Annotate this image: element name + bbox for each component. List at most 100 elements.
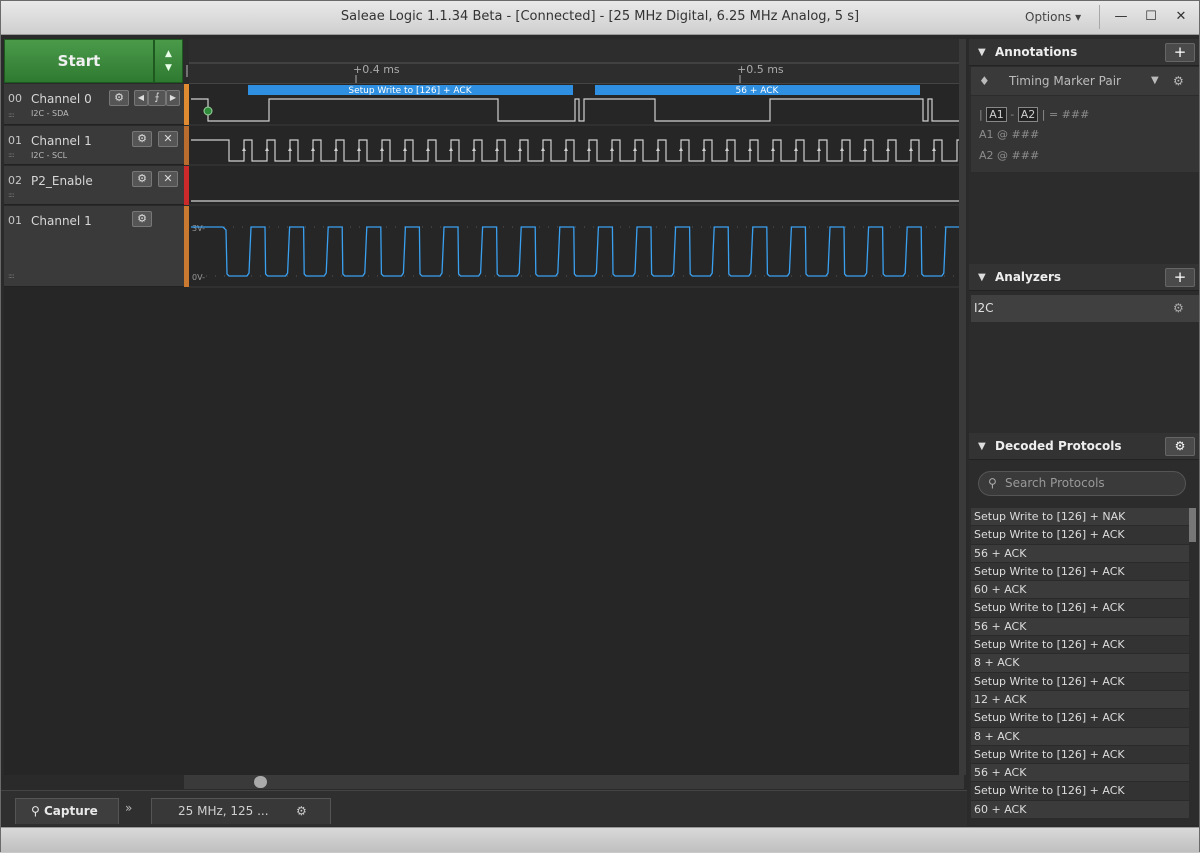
list-item[interactable]: 8 + ACK [971,654,1189,673]
capture-tab-label: Capture [43,804,98,818]
gear-icon[interactable]: ⚙ [296,799,307,823]
rising-edge-icon [817,147,821,151]
rising-edge-icon [472,147,476,151]
marker-a2-row: A2 @ ### [979,149,1039,162]
rising-edge-icon [840,147,844,151]
rising-edge-icon [380,147,384,151]
collapse-triangle-icon[interactable]: ▼ [978,433,986,460]
rising-edge-icon [863,147,867,151]
dropdown-arrow-icon[interactable]: ▼ [1151,67,1159,95]
list-item[interactable]: 56 + ACK [971,544,1189,563]
marker-a1-chip[interactable]: A1 [986,107,1007,122]
list-item[interactable]: Setup Write to [126] + ACK [971,636,1189,655]
list-item[interactable]: Setup Write to [126] + ACK [971,562,1189,582]
search-icon: ⚲ [31,804,40,818]
rising-edge-icon [403,147,407,151]
rising-edge-icon [265,147,269,151]
bottom-bar [1,790,967,826]
add-annotation-button[interactable]: + [1165,43,1195,62]
rising-edge-icon [541,147,545,151]
rising-edge-icon [886,147,890,151]
list-item[interactable]: 12 + ACK [971,690,1189,710]
marker-pair-value: = ### [1048,108,1090,121]
search-protocols-input[interactable]: ⚲ Search Protocols [978,471,1186,496]
sample-rate-label: 25 MHz, 125 ... [178,804,269,818]
marker-pair-delta: | A1 - A2 | = ### [979,107,1090,122]
marker-a1-row: A1 @ ### [979,128,1039,141]
decode-bubble-label: 56 + ACK [736,86,780,96]
collapse-triangle-icon[interactable]: ▼ [978,39,986,66]
decoded-protocols-title: Decoded Protocols [995,439,1122,453]
marker-a2-value: @ ### [997,149,1040,162]
expand-tabs-button[interactable]: » [125,801,132,815]
rising-edge-icon [587,147,591,151]
list-item[interactable]: Setup Write to [126] + ACK [971,709,1189,728]
marker-type-label: Timing Marker Pair [1009,74,1121,88]
rising-edge-icon [288,147,292,151]
decoded-settings-button[interactable]: ⚙ [1165,437,1195,456]
rising-edge-icon [932,147,936,151]
list-item[interactable]: Setup Write to [126] + ACK [971,672,1189,691]
decoded-protocols-list[interactable]: Setup Write to [126] + NAK Setup Write to… [971,508,1189,818]
marker-a2-chip[interactable]: A2 [1017,107,1039,122]
vertical-scrollbar[interactable] [959,39,966,775]
list-item[interactable]: 56 + ACK [971,617,1189,637]
collapse-triangle-icon[interactable]: ▼ [978,264,986,291]
decoded-list-scrollbar[interactable] [1189,508,1196,542]
horizontal-scroll-thumb[interactable] [254,776,267,788]
rising-edge-icon [679,147,683,151]
list-item[interactable]: Setup Write to [126] + ACK [971,599,1189,618]
sda-waveform [191,98,959,122]
rising-edge-icon [748,147,752,151]
rising-edge-icon [610,147,614,151]
list-item[interactable]: 56 + ACK [971,764,1189,783]
status-bar [1,827,1199,852]
marker-a1-label: A1 [979,128,994,141]
add-analyzer-button[interactable]: + [1165,268,1195,287]
rising-edge-icon [656,147,660,151]
list-item[interactable]: Setup Write to [126] + ACK [971,782,1189,801]
list-item[interactable]: Setup Write to [126] + ACK [971,526,1189,545]
rising-edge-icon [909,147,913,151]
rising-edge-icon [426,147,430,151]
timing-marker-pair-row[interactable]: ♦ Timing Marker Pair ▼ ⚙ [971,67,1199,95]
scl-waveform [191,139,966,162]
rising-edge-icon [311,147,315,151]
pin-icon: ♦ [979,74,990,88]
sample-rate-tab[interactable]: 25 MHz, 125 ... ⚙ [151,798,331,824]
list-item[interactable]: Setup Write to [126] + ACK [971,745,1189,765]
trigger-marker-icon [203,106,213,116]
marker-a1-value: @ ### [997,128,1040,141]
decode-bubble-label: Setup Write to [126] + ACK [348,86,472,96]
analyzers-title: Analyzers [995,270,1062,284]
analyzer-name: I2C [974,301,994,315]
search-placeholder: Search Protocols [1005,476,1105,490]
analog-low-label: 0V- [192,273,205,282]
tick-label-0: +0.4 ms [353,63,400,76]
gear-icon[interactable]: ⚙ [1173,67,1184,95]
rising-edge-icon [794,147,798,151]
rising-edge-icon [449,147,453,151]
analog-waveform [191,226,960,277]
rising-edge-icon [242,147,246,151]
list-item[interactable]: 60 + ACK [971,581,1189,600]
marker-a2-label: A2 [979,149,994,162]
annotations-title: Annotations [995,45,1078,59]
rising-edge-icon [564,147,568,151]
capture-tab[interactable]: ⚲ Capture [15,798,119,824]
rising-edge-icon [702,147,706,151]
list-item[interactable]: 8 + ACK [971,727,1189,746]
rising-edge-icon [725,147,729,151]
app-window: Saleae Logic 1.1.34 Beta - [Connected] -… [0,0,1200,852]
rising-edge-icon [518,147,522,151]
rising-edge-icon [357,147,361,151]
horizontal-scrollbar[interactable] [184,775,964,789]
rising-edge-icon [334,147,338,151]
rising-edge-icon [495,147,499,151]
rising-edge-icon [771,147,775,151]
list-item[interactable]: Setup Write to [126] + NAK [971,508,1189,527]
analyzer-item-i2c[interactable]: I2C ⚙ [971,295,1199,322]
gear-icon[interactable]: ⚙ [1173,295,1184,322]
list-item[interactable]: 60 + ACK [971,800,1189,818]
rising-edge-icon [633,147,637,151]
